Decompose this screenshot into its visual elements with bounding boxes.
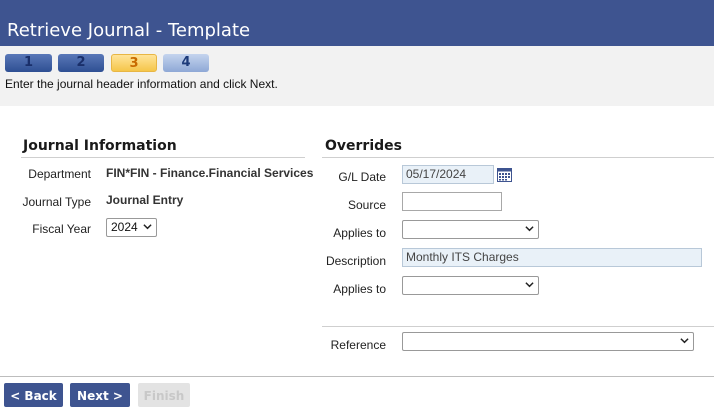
journal-type-value: Journal Entry	[106, 193, 184, 207]
reference-label: Reference	[330, 338, 386, 352]
applies-to-1-select[interactable]	[402, 220, 539, 239]
back-button[interactable]: < Back	[4, 383, 63, 407]
source-input[interactable]	[402, 192, 502, 211]
description-label: Description	[325, 254, 386, 268]
gl-date-label: G/L Date	[338, 170, 386, 184]
reference-select[interactable]	[402, 332, 694, 351]
step-4: 4	[163, 54, 209, 72]
overrides-divider	[322, 157, 714, 158]
calendar-icon[interactable]	[497, 167, 512, 182]
fiscal-year-value: 2024	[111, 220, 138, 234]
finish-button[interactable]: Finish	[138, 383, 190, 407]
title-bar: Retrieve Journal - Template	[0, 0, 714, 46]
step-3-current: 3	[111, 54, 157, 72]
chevron-down-icon	[525, 282, 534, 288]
step-2[interactable]: 2	[58, 54, 104, 72]
source-label: Source	[347, 198, 386, 212]
applies-to-2-label: Applies to	[333, 282, 386, 296]
description-input[interactable]: Monthly ITS Charges	[402, 248, 702, 267]
step-area: 1 2 3 4 Enter the journal header informa…	[0, 46, 714, 106]
next-button[interactable]: Next >	[70, 383, 130, 407]
footer-divider	[0, 376, 714, 377]
department-label: Department	[28, 167, 91, 181]
step-1[interactable]: 1	[5, 54, 52, 72]
journal-type-label: Journal Type	[22, 195, 92, 209]
chevron-down-icon	[143, 224, 152, 230]
chevron-down-icon	[525, 226, 534, 232]
fiscal-year-label: Fiscal Year	[32, 222, 91, 236]
fiscal-year-select[interactable]: 2024	[106, 218, 157, 237]
journal-information-heading: Journal Information	[23, 138, 177, 154]
gl-date-input[interactable]: 05/17/2024	[402, 165, 494, 184]
instructions-text: Enter the journal header information and…	[5, 77, 278, 91]
journal-info-divider	[21, 157, 305, 158]
applies-to-2-select[interactable]	[402, 276, 539, 295]
chevron-down-icon	[680, 338, 689, 344]
applies-to-1-label: Applies to	[333, 226, 386, 240]
page-title: Retrieve Journal - Template	[7, 20, 251, 41]
department-value: FIN*FIN - Finance.Financial Services	[106, 166, 314, 180]
overrides-heading: Overrides	[325, 138, 402, 154]
reference-divider	[322, 326, 714, 327]
